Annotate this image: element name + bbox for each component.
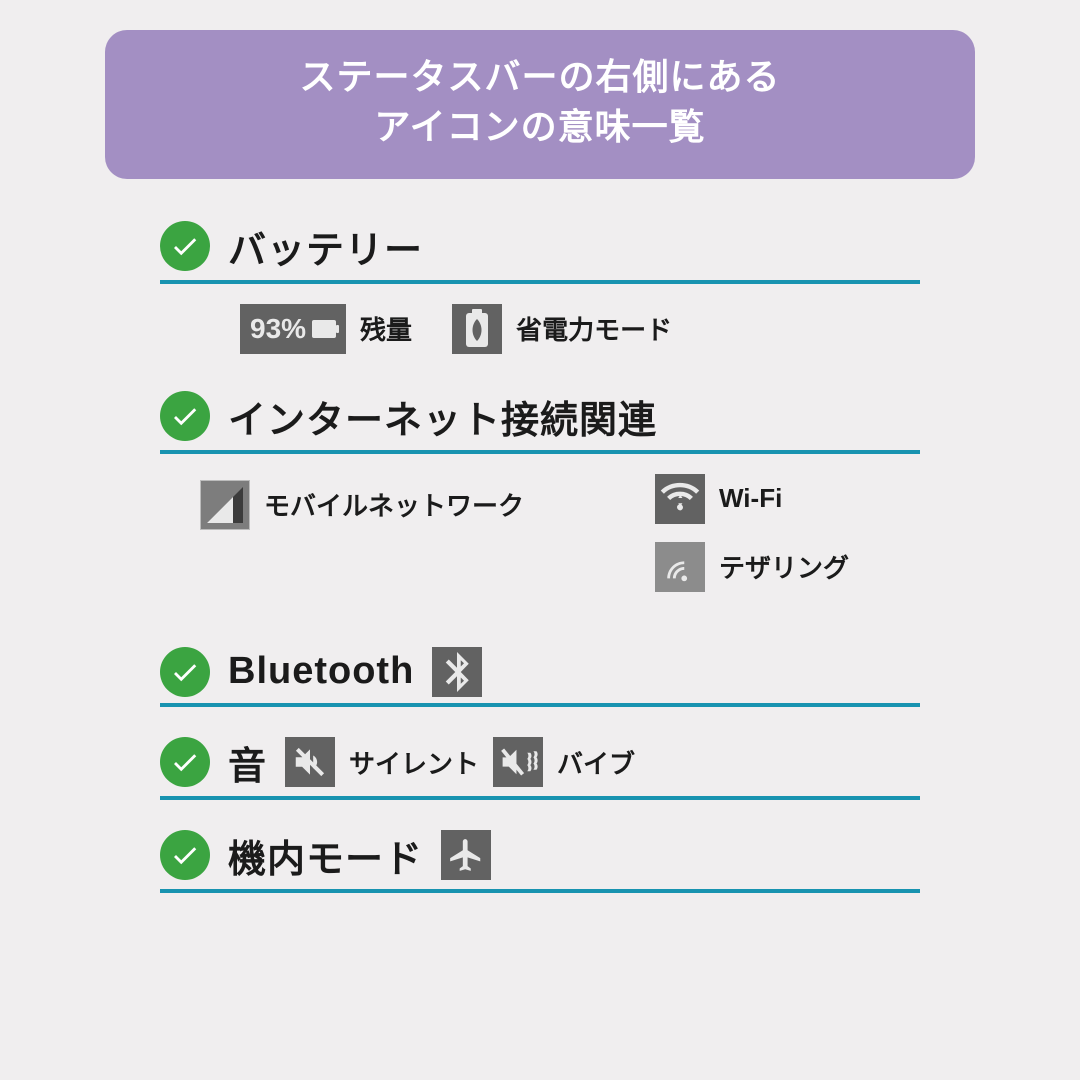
cellular-signal-icon (200, 480, 250, 530)
section-internet-title: インターネット接続関連 (228, 389, 657, 444)
section-bluetooth: Bluetooth (160, 647, 920, 707)
item-battery-level: 93% 残量 (240, 304, 412, 354)
section-sound-title: 音 (228, 735, 267, 790)
item-battery-saver-label: 省電力モード (516, 310, 672, 347)
item-vibrate-label: バイブ (557, 744, 635, 781)
mute-icon (285, 737, 335, 787)
item-vibrate: バイブ (493, 737, 635, 787)
item-tethering-label: テザリング (719, 548, 849, 585)
item-battery-level-label: 残量 (360, 310, 412, 347)
section-internet: インターネット接続関連 モバイルネットワーク Wi-Fi テザリング (160, 389, 920, 592)
section-bluetooth-header: Bluetooth (160, 647, 920, 707)
item-wifi: Wi-Fi (655, 474, 920, 524)
battery-level-icon: 93% (240, 304, 346, 354)
section-sound-header: 音 サイレント バイブ (160, 735, 920, 800)
section-bluetooth-title: Bluetooth (228, 650, 414, 693)
section-battery: バッテリー 93% 残量 省電力モード (160, 219, 920, 354)
battery-saver-icon (452, 304, 502, 354)
section-battery-title: バッテリー (228, 219, 423, 274)
item-wifi-label: Wi-Fi (719, 483, 782, 514)
section-airplane: 機内モード (160, 828, 920, 893)
item-tethering: テザリング (655, 542, 920, 592)
check-icon (160, 737, 210, 787)
wifi-icon (655, 474, 705, 524)
check-icon (160, 391, 210, 441)
item-battery-saver: 省電力モード (452, 304, 672, 354)
section-battery-header: バッテリー (160, 219, 920, 284)
battery-level-value: 93% (250, 313, 306, 345)
bluetooth-icon (432, 647, 482, 697)
section-airplane-header: 機内モード (160, 828, 920, 893)
section-internet-header: インターネット接続関連 (160, 389, 920, 454)
page-header: ステータスバーの右側にある アイコンの意味一覧 (105, 30, 975, 179)
section-sound: 音 サイレント バイブ (160, 735, 920, 800)
check-icon (160, 221, 210, 271)
airplane-icon (441, 830, 491, 880)
item-mobile-network: モバイルネットワーク (200, 480, 595, 530)
section-airplane-title: 機内モード (228, 828, 423, 883)
item-silent-label: サイレント (349, 744, 479, 781)
header-line-1: ステータスバーの右側にある (125, 52, 955, 102)
vibrate-icon (493, 737, 543, 787)
tethering-icon (655, 542, 705, 592)
check-icon (160, 647, 210, 697)
check-icon (160, 830, 210, 880)
item-silent: サイレント (285, 737, 479, 787)
item-mobile-network-label: モバイルネットワーク (264, 486, 524, 523)
header-line-2: アイコンの意味一覧 (125, 102, 955, 152)
content: バッテリー 93% 残量 省電力モード インターネット接続 (160, 219, 920, 893)
